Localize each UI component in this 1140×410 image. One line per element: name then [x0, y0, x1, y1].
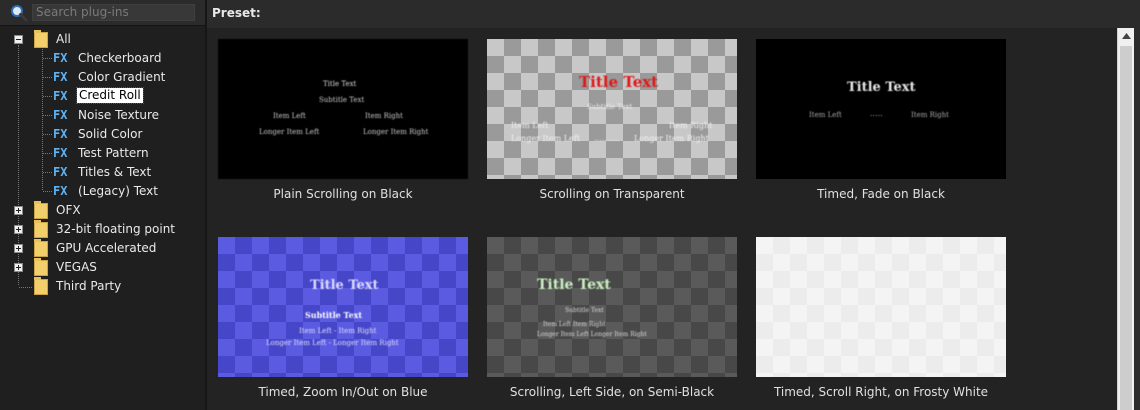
preset-caption: Plain Scrolling on Black [273, 187, 413, 201]
tree-item-gpu-accelerated[interactable]: GPU Accelerated [56, 241, 156, 256]
fx-icon: FX [53, 89, 68, 103]
folder-icon [34, 277, 48, 295]
chevron-up-icon [1121, 33, 1131, 39]
expand-toggle[interactable] [14, 263, 23, 272]
tree-item-test-pattern[interactable]: Test Pattern [78, 146, 149, 161]
folder-icon [34, 201, 48, 219]
tree-item-all[interactable]: All [56, 32, 71, 47]
search-icon[interactable] [10, 4, 28, 22]
tree-item-color-gradient[interactable]: Color Gradient [78, 70, 165, 85]
folder-icon [34, 30, 48, 48]
folder-icon [34, 239, 48, 257]
plugin-tree: All FX Checkerboard FX Color Gradient FX… [0, 27, 205, 410]
preset-thumbnail [756, 237, 1006, 377]
preset-caption: Scrolling, Left Side, on Semi-Black [509, 385, 715, 399]
tree-item-vegas[interactable]: VEGAS [56, 260, 97, 275]
preset-thumbnail: Title Text Subtitle Text Item Left - Ite… [218, 237, 468, 377]
tree-item-noise-texture[interactable]: Noise Texture [78, 108, 159, 123]
tree-connector [42, 47, 43, 190]
vertical-scrollbar[interactable] [1117, 28, 1134, 410]
tree-item-32bit[interactable]: 32-bit floating point [56, 222, 175, 237]
preset-thumbnail: Title Text Subtitle Text Item Left Item … [487, 39, 737, 179]
folder-icon [34, 220, 48, 238]
expand-toggle[interactable] [14, 244, 23, 253]
folder-icon [34, 258, 48, 276]
tree-item-ofx[interactable]: OFX [56, 203, 81, 218]
fx-icon: FX [53, 146, 68, 160]
fx-icon: FX [53, 51, 68, 65]
preset-thumbnail: Title Text Item Left ..... Item Right [756, 39, 1006, 179]
fx-icon: FX [53, 127, 68, 141]
fx-icon: FX [53, 108, 68, 122]
fx-icon: FX [53, 184, 68, 198]
tree-item-credit-roll[interactable]: Credit Roll [76, 87, 144, 104]
tree-item-checkerboard[interactable]: Checkerboard [78, 51, 161, 66]
tree-item-legacy-text[interactable]: (Legacy) Text [78, 184, 158, 199]
panel-edge [1134, 28, 1140, 410]
expand-toggle[interactable] [14, 225, 23, 234]
preset-caption: Timed, Scroll Right, on Frosty White [773, 385, 989, 399]
preset-label: Preset: [212, 6, 261, 20]
preset-caption: Timed, Zoom In/Out on Blue [258, 385, 428, 399]
preset-grid: Title Text Subtitle Text Item Left Item … [207, 28, 1117, 410]
collapse-toggle[interactable] [14, 35, 23, 44]
plugin-browser-panel: Search plug-ins All FX Checkerboard FX C… [0, 0, 207, 410]
search-bar: Search plug-ins [0, 0, 205, 26]
expand-toggle[interactable] [14, 206, 23, 215]
preset-thumbnail: Title Text Subtitle Text Item Left Item … [218, 39, 468, 179]
scroll-thumb[interactable] [1120, 46, 1132, 410]
tree-item-titles-text[interactable]: Titles & Text [78, 165, 151, 180]
tree-item-third-party[interactable]: Third Party [56, 279, 121, 294]
scroll-up-button[interactable] [1118, 28, 1134, 44]
fx-icon: FX [53, 165, 68, 179]
preset-caption: Scrolling on Transparent [539, 187, 685, 201]
tree-item-solid-color[interactable]: Solid Color [78, 127, 142, 142]
search-input[interactable]: Search plug-ins [32, 4, 195, 21]
preset-header: Preset: [207, 0, 1140, 27]
preset-thumbnail: Title Text Subtitle Text Item Left Item … [487, 237, 737, 377]
preset-caption: Timed, Fade on Black [817, 187, 945, 201]
fx-icon: FX [53, 70, 68, 84]
